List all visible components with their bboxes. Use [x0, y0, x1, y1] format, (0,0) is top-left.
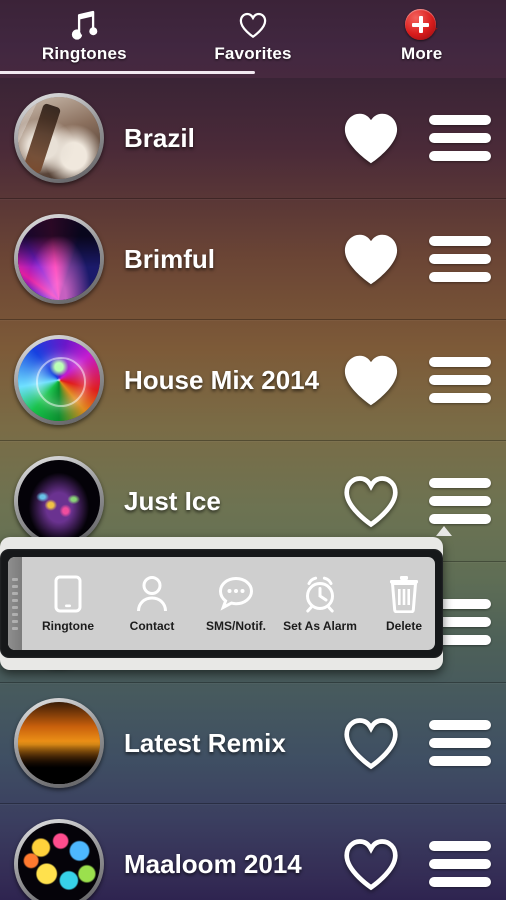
music-note-icon — [69, 6, 99, 44]
menu-item-label: SMS/Notif. — [206, 619, 266, 633]
hamburger-menu-icon — [429, 115, 491, 161]
artwork-balloons — [18, 823, 100, 900]
list-item-title: Just Ice — [124, 485, 221, 516]
row-menu-button[interactable] — [414, 720, 506, 766]
tab-label: More — [400, 44, 443, 63]
list-item-title: Brimful — [124, 243, 215, 274]
hamburger-menu-icon — [429, 478, 491, 524]
heart-outline-icon — [344, 476, 398, 528]
avatar — [14, 93, 104, 183]
table-row[interactable]: Maaloom 2014 — [0, 804, 506, 900]
ringtone-list[interactable]: Brazil Brimful House Mix 2014 Just Ice L… — [0, 78, 506, 900]
red-plus-badge-icon — [405, 6, 439, 44]
menu-item-label: Ringtone — [42, 619, 94, 633]
table-row[interactable]: Latest Remix — [0, 683, 506, 804]
list-item-title: Latest Remix — [124, 727, 286, 758]
heart-outline-icon — [344, 718, 398, 770]
favorite-toggle[interactable] — [328, 232, 414, 286]
menu-item-set-as-alarm[interactable]: Set As Alarm — [278, 574, 362, 633]
context-menu-popup[interactable]: Ringtone Contact SMS/Notif. Set As Alarm… — [0, 526, 452, 670]
person-icon — [135, 574, 169, 614]
popup-grip-left — [8, 557, 22, 650]
hamburger-menu-icon — [429, 236, 491, 282]
tab-bar[interactable]: Ringtones Favorites More — [0, 0, 506, 78]
favorite-toggle[interactable] — [328, 837, 414, 891]
row-menu-button[interactable] — [414, 478, 506, 524]
tab-label: Favorites — [214, 44, 292, 63]
menu-item-delete[interactable]: Delete — [362, 574, 435, 633]
app-root: Brazil Brimful House Mix 2014 Just Ice L… — [0, 0, 506, 900]
row-menu-button[interactable] — [414, 841, 506, 887]
artwork-dance — [18, 702, 100, 784]
phone-icon — [54, 574, 82, 614]
heart-filled-icon — [344, 355, 398, 406]
favorite-toggle[interactable] — [328, 474, 414, 528]
favorite-toggle[interactable] — [328, 716, 414, 770]
heart-outline-icon — [238, 6, 268, 44]
chat-bubble-icon — [217, 574, 255, 614]
artwork-rings — [18, 339, 100, 421]
menu-item-label: Delete — [385, 619, 423, 633]
favorite-toggle[interactable] — [328, 111, 414, 165]
artwork-laser — [18, 218, 100, 300]
avatar — [14, 698, 104, 788]
list-item-title: House Mix 2014 — [124, 364, 320, 395]
hamburger-menu-icon — [429, 841, 491, 887]
row-menu-button[interactable] — [414, 115, 506, 161]
menu-item-ringtone[interactable]: Ringtone — [26, 574, 110, 633]
avatar — [14, 819, 104, 900]
row-menu-button[interactable] — [414, 236, 506, 282]
artwork-guitar — [18, 97, 100, 179]
heart-outline-icon — [344, 839, 398, 891]
list-item-title: Maaloom 2014 — [124, 848, 302, 879]
trash-icon — [388, 574, 420, 614]
menu-item-contact[interactable]: Contact — [110, 574, 194, 633]
table-row[interactable]: Brimful — [0, 199, 506, 320]
menu-item-label: Contact — [129, 619, 175, 633]
popup-pointer-triangle — [436, 526, 452, 536]
artwork-notes — [18, 460, 100, 542]
tab-label: Ringtones — [41, 44, 127, 63]
avatar — [14, 456, 104, 546]
heart-filled-icon — [344, 113, 398, 164]
heart-filled-icon — [344, 234, 398, 285]
table-row[interactable]: Brazil — [0, 78, 506, 199]
tab-favorites[interactable]: Favorites — [169, 0, 338, 78]
menu-item-sms[interactable]: SMS/Notif. — [194, 574, 278, 633]
table-row[interactable]: House Mix 2014 — [0, 320, 506, 441]
favorite-toggle[interactable] — [328, 353, 414, 407]
alarm-clock-icon — [301, 574, 339, 614]
list-item-title: Brazil — [124, 122, 195, 153]
avatar — [14, 335, 104, 425]
hamburger-menu-icon — [429, 720, 491, 766]
popup-action-list[interactable]: Ringtone Contact SMS/Notif. Set As Alarm… — [22, 557, 435, 650]
popup-inner-frame: Ringtone Contact SMS/Notif. Set As Alarm… — [0, 549, 443, 658]
row-menu-button[interactable] — [414, 357, 506, 403]
hamburger-menu-icon — [429, 357, 491, 403]
tab-more[interactable]: More — [337, 0, 506, 78]
popup-panel: Ringtone Contact SMS/Notif. Set As Alarm… — [8, 557, 435, 650]
menu-item-label: Set As Alarm — [283, 619, 357, 633]
tab-ringtones[interactable]: Ringtones — [0, 0, 255, 78]
avatar — [14, 214, 104, 304]
